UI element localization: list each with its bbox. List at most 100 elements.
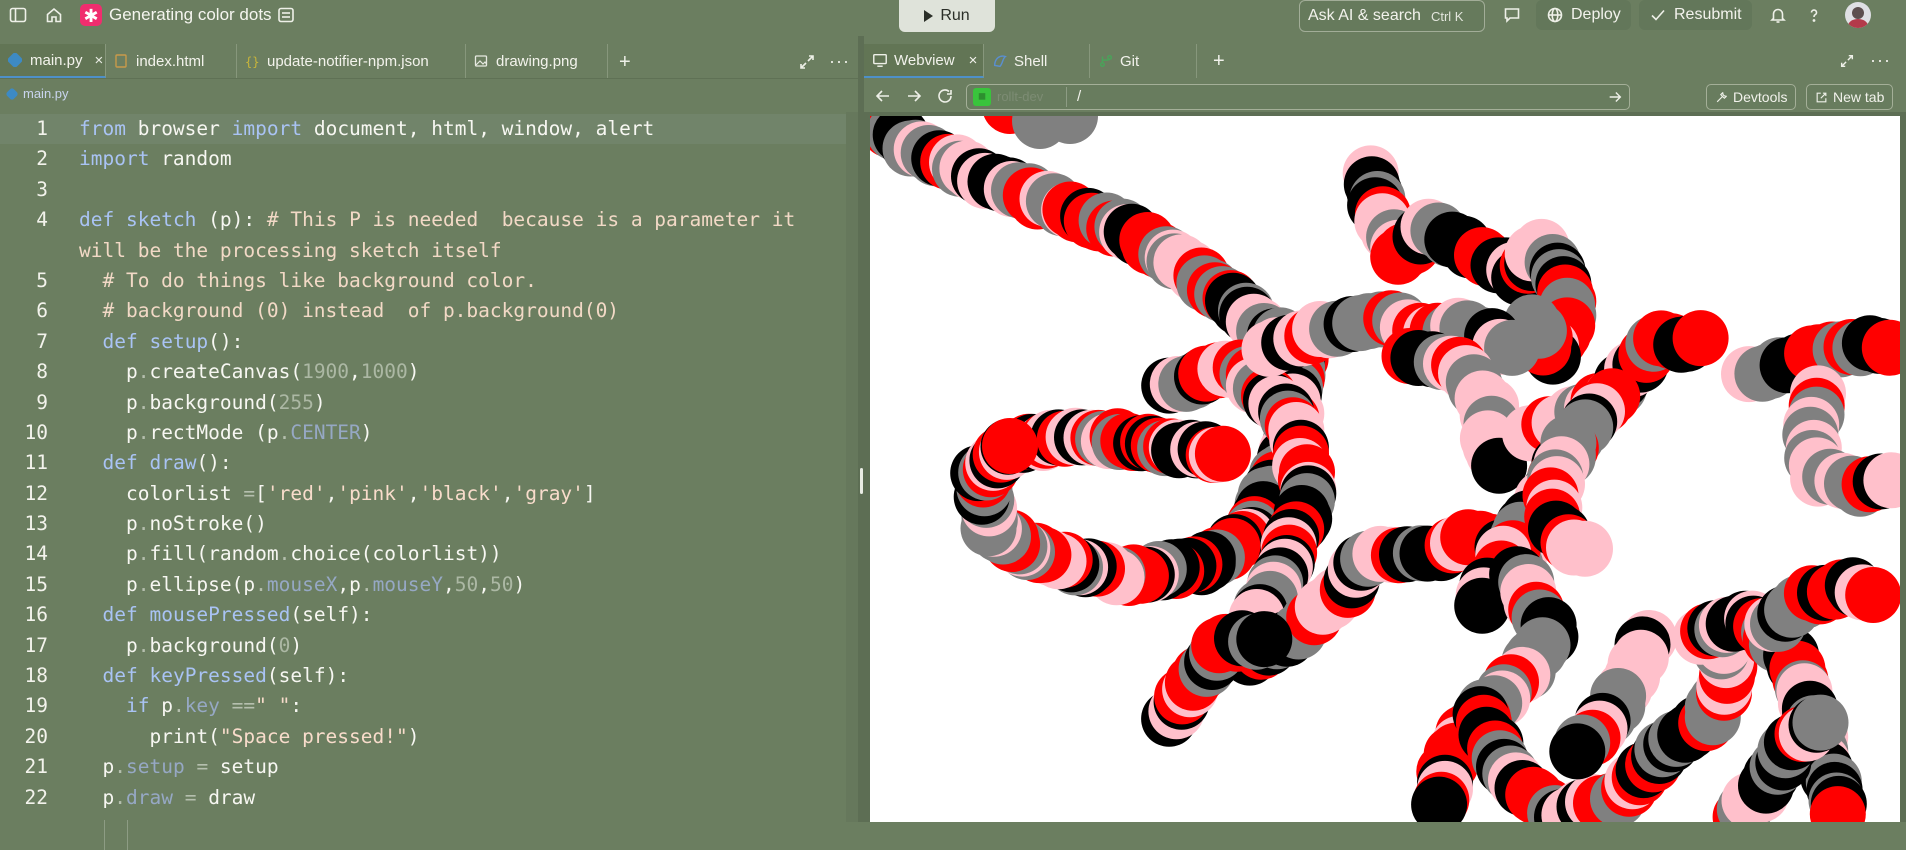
new-tab-plus-icon[interactable]: + xyxy=(619,51,631,74)
url-host: rollt-dev xyxy=(997,89,1044,104)
new-tab-label: New tab xyxy=(1833,89,1885,105)
line-number: 6 xyxy=(36,299,48,323)
play-icon xyxy=(924,10,934,22)
bell-icon[interactable] xyxy=(1769,6,1787,24)
image-file-icon xyxy=(474,55,488,67)
help-icon[interactable] xyxy=(1805,6,1823,24)
code-line[interactable]: 8 p.createCanvas(1900,1000) xyxy=(0,357,858,387)
code-line[interactable]: 5 # To do things like background color. xyxy=(0,266,858,296)
code-line[interactable]: 21 p.setup = setup xyxy=(0,752,858,782)
tab-label: Git xyxy=(1120,52,1140,70)
home-icon[interactable] xyxy=(45,6,63,24)
color-dot xyxy=(1845,567,1900,623)
color-dot xyxy=(1236,611,1293,668)
expand-icon[interactable] xyxy=(1839,53,1855,69)
code-line[interactable]: 17 p.background(0) xyxy=(0,631,858,661)
code-line[interactable]: 3 xyxy=(0,175,858,205)
more-options-icon[interactable]: ··· xyxy=(1870,50,1891,71)
code-line[interactable]: 14 p.fill(random.choice(colorlist)) xyxy=(0,539,858,569)
deploy-label: Deploy xyxy=(1571,6,1621,23)
sidebar-toggle-icon[interactable] xyxy=(9,6,27,24)
tab-git[interactable]: Git xyxy=(1090,44,1197,78)
devtools-label: Devtools xyxy=(1733,89,1788,105)
code-line[interactable]: 11 def draw(): xyxy=(0,448,858,478)
devtools-button[interactable]: Devtools xyxy=(1706,84,1797,110)
url-path-input[interactable]: / xyxy=(1077,88,1081,105)
code-line-wrap[interactable]: will be the processing sketch itself xyxy=(0,236,858,266)
code-editor[interactable]: 1 from browser import document, html, win… xyxy=(0,114,858,850)
run-button[interactable]: Run xyxy=(899,0,995,32)
monitor-icon xyxy=(873,53,887,67)
code-line[interactable]: 16 def mousePressed(self): xyxy=(0,600,858,630)
color-dot xyxy=(1672,310,1729,367)
tab-label: main.py xyxy=(30,51,83,69)
tab-index-html[interactable]: index.html xyxy=(106,44,237,78)
back-arrow-icon[interactable] xyxy=(874,87,892,105)
more-options-icon[interactable]: ··· xyxy=(829,51,850,72)
code-line[interactable]: 2 import random xyxy=(0,144,858,174)
close-tab-icon[interactable]: × xyxy=(95,52,104,69)
new-tab-plus-icon[interactable]: + xyxy=(1213,50,1225,73)
webview-canvas[interactable] xyxy=(870,116,1900,822)
resubmit-button[interactable]: Resubmit xyxy=(1639,0,1752,30)
line-number: 1 xyxy=(36,117,48,140)
resize-handle[interactable] xyxy=(860,468,863,494)
code-line[interactable]: 22 p.draw = draw xyxy=(0,783,858,813)
url-bar[interactable]: ◼ rollt-dev / xyxy=(966,84,1630,110)
close-tab-icon[interactable]: × xyxy=(969,52,978,69)
line-number: 15 xyxy=(24,572,48,596)
forward-arrow-icon[interactable] xyxy=(905,87,923,105)
code-line[interactable]: 1 from browser import document, html, win… xyxy=(0,114,858,145)
tab-label: Webview xyxy=(894,51,955,69)
line-number: 16 xyxy=(24,603,48,627)
code-line[interactable]: 20 print("Space pressed!") xyxy=(0,722,858,752)
deploy-button[interactable]: Deploy xyxy=(1536,0,1631,30)
new-tab-button[interactable]: New tab xyxy=(1806,84,1894,110)
top-bar: ✱ Generating color dots Run Ask AI & sea… xyxy=(0,0,1906,32)
shell-icon xyxy=(993,55,1007,68)
tab-update-notifier-json[interactable]: {} update-notifier-npm.json xyxy=(237,44,466,78)
line-number: 20 xyxy=(24,724,48,748)
chat-icon[interactable] xyxy=(1503,6,1521,24)
code-line[interactable]: 4 def sketch (p): # This P is needed beca… xyxy=(0,205,858,235)
reload-icon[interactable] xyxy=(936,87,954,105)
code-line[interactable]: 6 # background (0) instead of p.backgrou… xyxy=(0,296,858,326)
line-number: 12 xyxy=(24,481,48,505)
workspace-menu-icon[interactable] xyxy=(277,6,295,24)
line-number: 9 xyxy=(36,390,48,414)
app-title[interactable]: Generating color dots xyxy=(109,5,272,25)
code-line[interactable]: 18 def keyPressed(self): xyxy=(0,661,858,691)
line-number: 3 xyxy=(36,177,48,201)
user-avatar[interactable] xyxy=(1845,2,1871,28)
editor-scrollbar[interactable] xyxy=(846,112,858,822)
expand-icon[interactable] xyxy=(798,53,816,71)
globe-icon xyxy=(1547,7,1563,23)
line-number: 13 xyxy=(24,512,48,536)
code-line[interactable]: 7 def setup(): xyxy=(0,327,858,357)
line-number: 8 xyxy=(36,360,48,384)
color-dot xyxy=(1792,694,1849,751)
color-dot xyxy=(1012,116,1068,149)
color-dot xyxy=(1194,425,1251,482)
ask-ai-search-button[interactable]: Ask AI & search Ctrl K xyxy=(1299,0,1485,32)
code-line[interactable]: 9 p.background(255) xyxy=(0,388,858,418)
breadcrumb-file[interactable]: main.py xyxy=(23,86,69,101)
code-line[interactable]: 19 if p.key ==" ": xyxy=(0,691,858,721)
python-file-icon xyxy=(8,53,22,67)
ask-ai-label: Ask AI & search xyxy=(1308,7,1421,24)
line-number: 22 xyxy=(24,785,48,809)
secure-badge-icon: ◼ xyxy=(973,88,991,106)
code-line[interactable]: 12 colorlist =['red','pink','black','gra… xyxy=(0,479,858,509)
go-arrow-icon[interactable] xyxy=(1607,89,1623,105)
tab-shell[interactable]: Shell xyxy=(984,44,1090,78)
tab-drawing-png[interactable]: drawing.png xyxy=(466,44,608,78)
code-line[interactable]: 13 p.noStroke() xyxy=(0,509,858,539)
code-line[interactable]: 10 p.rectMode (p.CENTER) xyxy=(0,418,858,448)
line-number: 18 xyxy=(24,664,48,688)
tab-webview[interactable]: Webview × xyxy=(864,44,984,78)
indent-guide xyxy=(104,820,105,850)
color-dot xyxy=(1549,723,1606,780)
code-line[interactable]: 15 p.ellipse(p.mouseX,p.mouseY,50,50) xyxy=(0,570,858,600)
tab-main-py[interactable]: main.py × xyxy=(0,44,106,78)
tab-label: Shell xyxy=(1014,52,1048,70)
